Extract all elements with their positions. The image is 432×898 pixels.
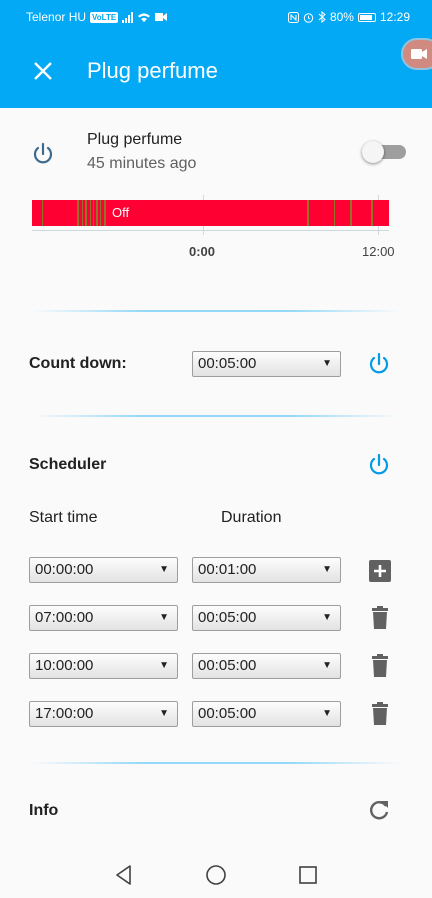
caret-down-icon: ▼	[322, 358, 332, 369]
start-time-select[interactable]: 07:00:00 ▼	[29, 605, 178, 631]
divider	[32, 762, 400, 764]
timeline-mark	[371, 200, 373, 226]
status-bar: Telenor HU VoLTE 80% 12:29	[0, 0, 432, 34]
duration-header: Duration	[221, 509, 282, 526]
timeline-mark	[42, 200, 43, 226]
status-left: Telenor HU VoLTE	[26, 10, 168, 24]
carrier-label: Telenor HU	[26, 10, 87, 24]
back-icon[interactable]	[112, 863, 136, 887]
app-header: Plug perfume	[0, 34, 432, 108]
close-icon[interactable]	[26, 54, 60, 88]
add-schedule-icon[interactable]	[367, 558, 393, 584]
alarm-icon	[303, 12, 314, 23]
timeline-mark	[82, 200, 83, 226]
battery-percent: 80%	[329, 10, 354, 24]
start-time-select[interactable]: 10:00:00 ▼	[29, 653, 178, 679]
timeline-axis	[32, 230, 389, 231]
duration-select[interactable]: 00:01:00 ▼	[192, 557, 341, 583]
timeline-mark	[334, 200, 335, 226]
caret-down-icon: ▼	[159, 708, 169, 719]
page-title: Plug perfume	[87, 58, 218, 83]
trash-icon[interactable]	[367, 653, 393, 679]
caret-down-icon: ▼	[322, 612, 332, 623]
countdown-label: Count down:	[29, 355, 127, 372]
countdown-power-icon[interactable]	[366, 351, 392, 377]
start-time-value: 00:00:00	[35, 561, 94, 578]
duration-value: 00:01:00	[198, 561, 257, 578]
trash-icon[interactable]	[367, 605, 393, 631]
divider	[32, 415, 400, 417]
video-icon	[155, 13, 168, 21]
divider	[32, 310, 400, 312]
device-last-seen: 45 minutes ago	[87, 155, 197, 172]
power-icon	[33, 142, 53, 164]
timeline-mark	[104, 200, 106, 226]
start-time-header: Start time	[29, 509, 98, 526]
wifi-icon	[138, 13, 151, 22]
timeline-tick-label: 0:00	[189, 244, 216, 259]
countdown-select[interactable]: 00:05:00 ▼	[192, 351, 341, 377]
bluetooth-icon	[318, 11, 326, 23]
timeline-mark	[100, 200, 101, 226]
caret-down-icon: ▼	[159, 564, 169, 575]
system-nav-bar	[0, 850, 432, 898]
timeline-mark	[96, 200, 98, 226]
volte-badge: VoLTE	[90, 11, 119, 23]
duration-value: 00:05:00	[198, 705, 257, 722]
start-time-select[interactable]: 00:00:00 ▼	[29, 557, 178, 583]
device-name: Plug perfume	[87, 131, 183, 148]
timeline-mark	[77, 200, 79, 226]
duration-select[interactable]: 00:05:00 ▼	[192, 653, 341, 679]
video-call-icon	[411, 49, 427, 59]
floating-camera-icon[interactable]	[401, 38, 432, 70]
scheduler-label: Scheduler	[29, 456, 107, 473]
caret-down-icon: ▼	[322, 708, 332, 719]
start-time-value: 10:00:00	[35, 657, 94, 674]
scheduler-power-icon[interactable]	[366, 452, 392, 478]
start-time-value: 07:00:00	[35, 609, 94, 626]
caret-down-icon: ▼	[322, 660, 332, 671]
timeline-mark	[93, 200, 94, 226]
duration-select[interactable]: 00:05:00 ▼	[192, 605, 341, 631]
trash-icon[interactable]	[367, 701, 393, 727]
timeline-state-label: Off	[112, 205, 130, 220]
recents-icon[interactable]	[296, 863, 320, 887]
timeline-mark	[90, 200, 91, 226]
duration-value: 00:05:00	[198, 609, 257, 626]
start-time-select[interactable]: 17:00:00 ▼	[29, 701, 178, 727]
duration-select[interactable]: 00:05:00 ▼	[192, 701, 341, 727]
home-icon[interactable]	[204, 863, 228, 887]
nfc-icon	[287, 11, 299, 23]
status-right: 80% 12:29	[287, 10, 410, 24]
timeline-tick-label: 12:00	[362, 244, 395, 259]
countdown-value: 00:05:00	[198, 355, 257, 372]
info-label: Info	[29, 802, 59, 819]
start-time-value: 17:00:00	[35, 705, 94, 722]
signal-icon	[122, 11, 134, 23]
duration-value: 00:05:00	[198, 657, 257, 674]
toggle-thumb	[362, 141, 384, 163]
device-toggle[interactable]	[362, 141, 408, 163]
clock: 12:29	[379, 10, 410, 24]
caret-down-icon: ▼	[322, 564, 332, 575]
caret-down-icon: ▼	[159, 612, 169, 623]
state-timeline: Off	[32, 200, 389, 226]
timeline-mark	[85, 200, 87, 226]
caret-down-icon: ▼	[159, 660, 169, 671]
refresh-icon[interactable]	[366, 797, 392, 823]
timeline-mark	[350, 200, 352, 226]
battery-icon	[357, 12, 376, 22]
timeline-mark	[307, 200, 309, 226]
